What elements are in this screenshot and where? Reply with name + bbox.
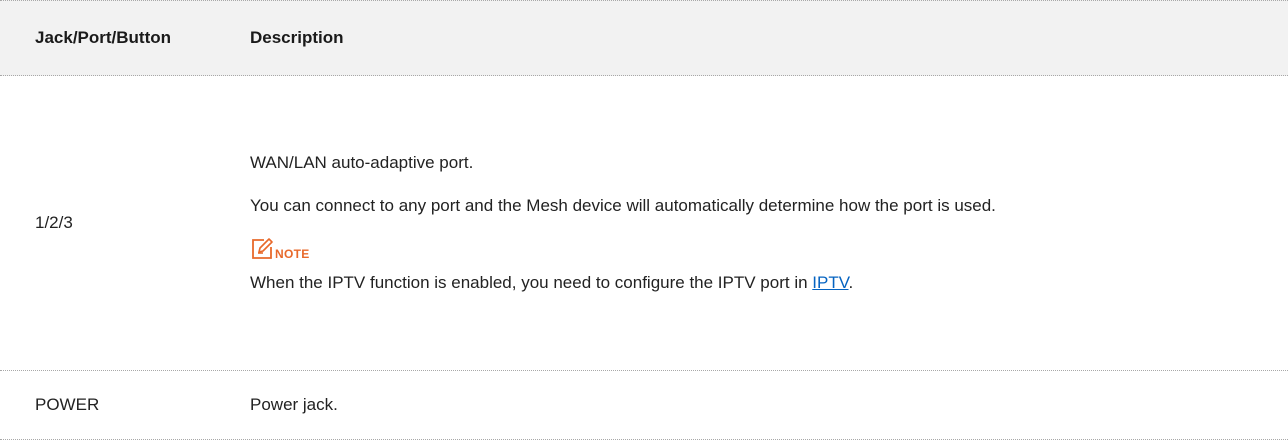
port-description-table: Jack/Port/Button Description 1/2/3 WAN/L…: [0, 0, 1288, 440]
note-text-after: .: [848, 273, 854, 292]
table-row: POWER Power jack.: [0, 371, 1288, 440]
note-label: NOTE: [275, 247, 310, 261]
row-name: POWER: [35, 395, 100, 414]
note-text: When the IPTV function is enabled, you n…: [250, 271, 1230, 295]
description-line: WAN/LAN auto-adaptive port.: [250, 153, 474, 172]
iptv-link[interactable]: IPTV: [812, 273, 848, 292]
description-line: You can connect to any port and the Mesh…: [250, 196, 996, 215]
row-name: 1/2/3: [35, 213, 73, 232]
row-description: Power jack.: [250, 395, 338, 414]
header-jack-port-button: Jack/Port/Button: [35, 28, 172, 47]
note-edit-icon: [250, 237, 274, 261]
table-row: 1/2/3 WAN/LAN auto-adaptive port. You ca…: [0, 76, 1288, 371]
table-header-row: Jack/Port/Button Description: [0, 0, 1288, 76]
note-text-before: When the IPTV function is enabled, you n…: [250, 273, 813, 292]
row-description: WAN/LAN auto-adaptive port. You can conn…: [250, 151, 1250, 295]
header-description: Description: [250, 28, 344, 47]
note-heading: NOTE: [250, 231, 1230, 261]
